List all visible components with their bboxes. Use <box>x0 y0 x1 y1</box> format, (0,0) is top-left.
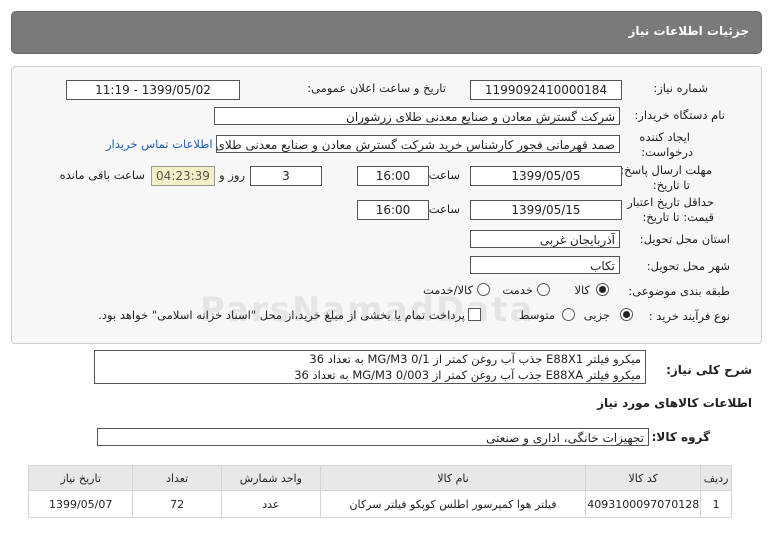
description-line-2: میکرو فیلتر E88XA جذب آب روغن کمتر از MG… <box>294 368 641 382</box>
col-header-date: تاریخ نیاز <box>27 465 134 491</box>
category-both-label: کالا/خدمت <box>422 283 473 297</box>
category-goods-radio[interactable] <box>596 283 609 296</box>
col-header-qty: تعداد <box>132 465 222 491</box>
cell-date: 1399/05/07 <box>27 490 134 518</box>
validity-label-1: حداقل تاریخ اعتبار <box>627 195 714 209</box>
goods-group-field: تجهیزات خانگی، اداری و صنعتی <box>97 428 649 446</box>
province-field: آذربایجان غربی <box>470 230 620 248</box>
cell-qty: 72 <box>132 490 222 518</box>
process-minor-radio[interactable] <box>620 308 633 321</box>
cell-code: 4093100097070128 <box>585 490 702 518</box>
category-label: طبقه بندی موضوعی: <box>628 284 730 298</box>
process-label: نوع فرآیند خرید : <box>648 309 730 323</box>
deadline-date-field: 1399/05/05 <box>470 166 622 186</box>
treasury-payment-note: پرداخت تمام یا بخشی از مبلغ خرید،از محل … <box>98 308 465 322</box>
col-header-name: نام کالا <box>319 465 587 491</box>
description-line-1: میکرو فیلتر E88X1 جذب آب روغن کمتر از MG… <box>309 352 641 366</box>
category-service-radio[interactable] <box>537 283 550 296</box>
buyer-contact-link[interactable]: اطلاعات تماس خریدار <box>106 137 213 151</box>
need-number-label: شماره نیاز: <box>653 81 708 95</box>
creator-field: صمد قهرمانی فجور کارشناس خرید شرکت گسترش… <box>216 135 620 153</box>
cell-unit: عدد <box>220 490 321 518</box>
description-box: میکرو فیلتر E88X1 جذب آب روغن کمتر از MG… <box>94 350 646 384</box>
deadline-label-2: تا تاریخ: <box>652 178 690 192</box>
remaining-label: ساعت باقی مانده <box>59 168 145 182</box>
category-both-radio[interactable] <box>477 283 490 296</box>
process-medium-label: متوسط <box>518 308 555 322</box>
goods-group-label: گروه کالا: <box>651 430 710 444</box>
city-label: شهر محل تحویل: <box>646 259 730 273</box>
creator-label-1: ایجاد کننده <box>639 130 690 144</box>
validity-date-field: 1399/05/15 <box>470 200 622 220</box>
need-number-field: 1199092410000184 <box>470 80 622 100</box>
cell-name: فیلتر هوا کمپرسور اطلس کوپکو فیلتر سرکان <box>319 490 587 518</box>
process-medium-radio[interactable] <box>562 308 575 321</box>
creator-label-2: درخواست: <box>641 145 693 159</box>
buyer-org-label: نام دستگاه خریدار: <box>634 108 725 122</box>
deadline-label-1: مهلت ارسال پاسخ: <box>620 163 712 177</box>
category-goods-label: کالا <box>574 283 590 297</box>
table-row: 1 4093100097070128 فیلتر هوا کمپرسور اطل… <box>27 490 732 518</box>
announce-field: 1399/05/02 - 11:19 <box>66 80 240 100</box>
description-label: شرح کلی نیاز: <box>666 363 752 377</box>
col-header-unit: واحد شمارش <box>220 465 321 491</box>
province-label: استان محل تحویل: <box>639 232 730 246</box>
goods-table: ردیف کد کالا نام کالا واحد شمارش تعداد ت… <box>27 465 732 518</box>
col-header-code: کد کالا <box>585 465 702 491</box>
category-service-label: خدمت <box>502 283 533 297</box>
days-count-field: 3 <box>250 166 322 186</box>
page-title: جزئیات اطلاعات نیاز <box>628 24 749 38</box>
validity-time-label: ساعت <box>428 202 460 216</box>
days-label: روز و <box>219 168 245 182</box>
process-minor-label: جزیی <box>583 308 610 322</box>
deadline-time-label: ساعت <box>428 168 460 182</box>
deadline-time-field: 16:00 <box>357 166 429 186</box>
announce-label: تاریخ و ساعت اعلان عمومی: <box>307 81 446 95</box>
validity-label-2: قیمت: تا تاریخ: <box>642 210 714 224</box>
goods-section-title: اطلاعات کالاهای مورد نیاز <box>597 396 752 410</box>
remaining-timer: 04:23:39 <box>151 166 215 186</box>
page-header: جزئیات اطلاعات نیاز <box>11 11 762 54</box>
validity-time-field: 16:00 <box>357 200 429 220</box>
cell-row: 1 <box>700 490 732 518</box>
buyer-org-field: شرکت گسترش معادن و صنایع معدنی طلای زرشو… <box>214 107 620 125</box>
col-header-row: ردیف <box>700 465 732 491</box>
city-field: تکاب <box>470 256 620 274</box>
treasury-payment-checkbox[interactable] <box>468 308 481 321</box>
goods-table-header: ردیف کد کالا نام کالا واحد شمارش تعداد ت… <box>27 465 732 491</box>
